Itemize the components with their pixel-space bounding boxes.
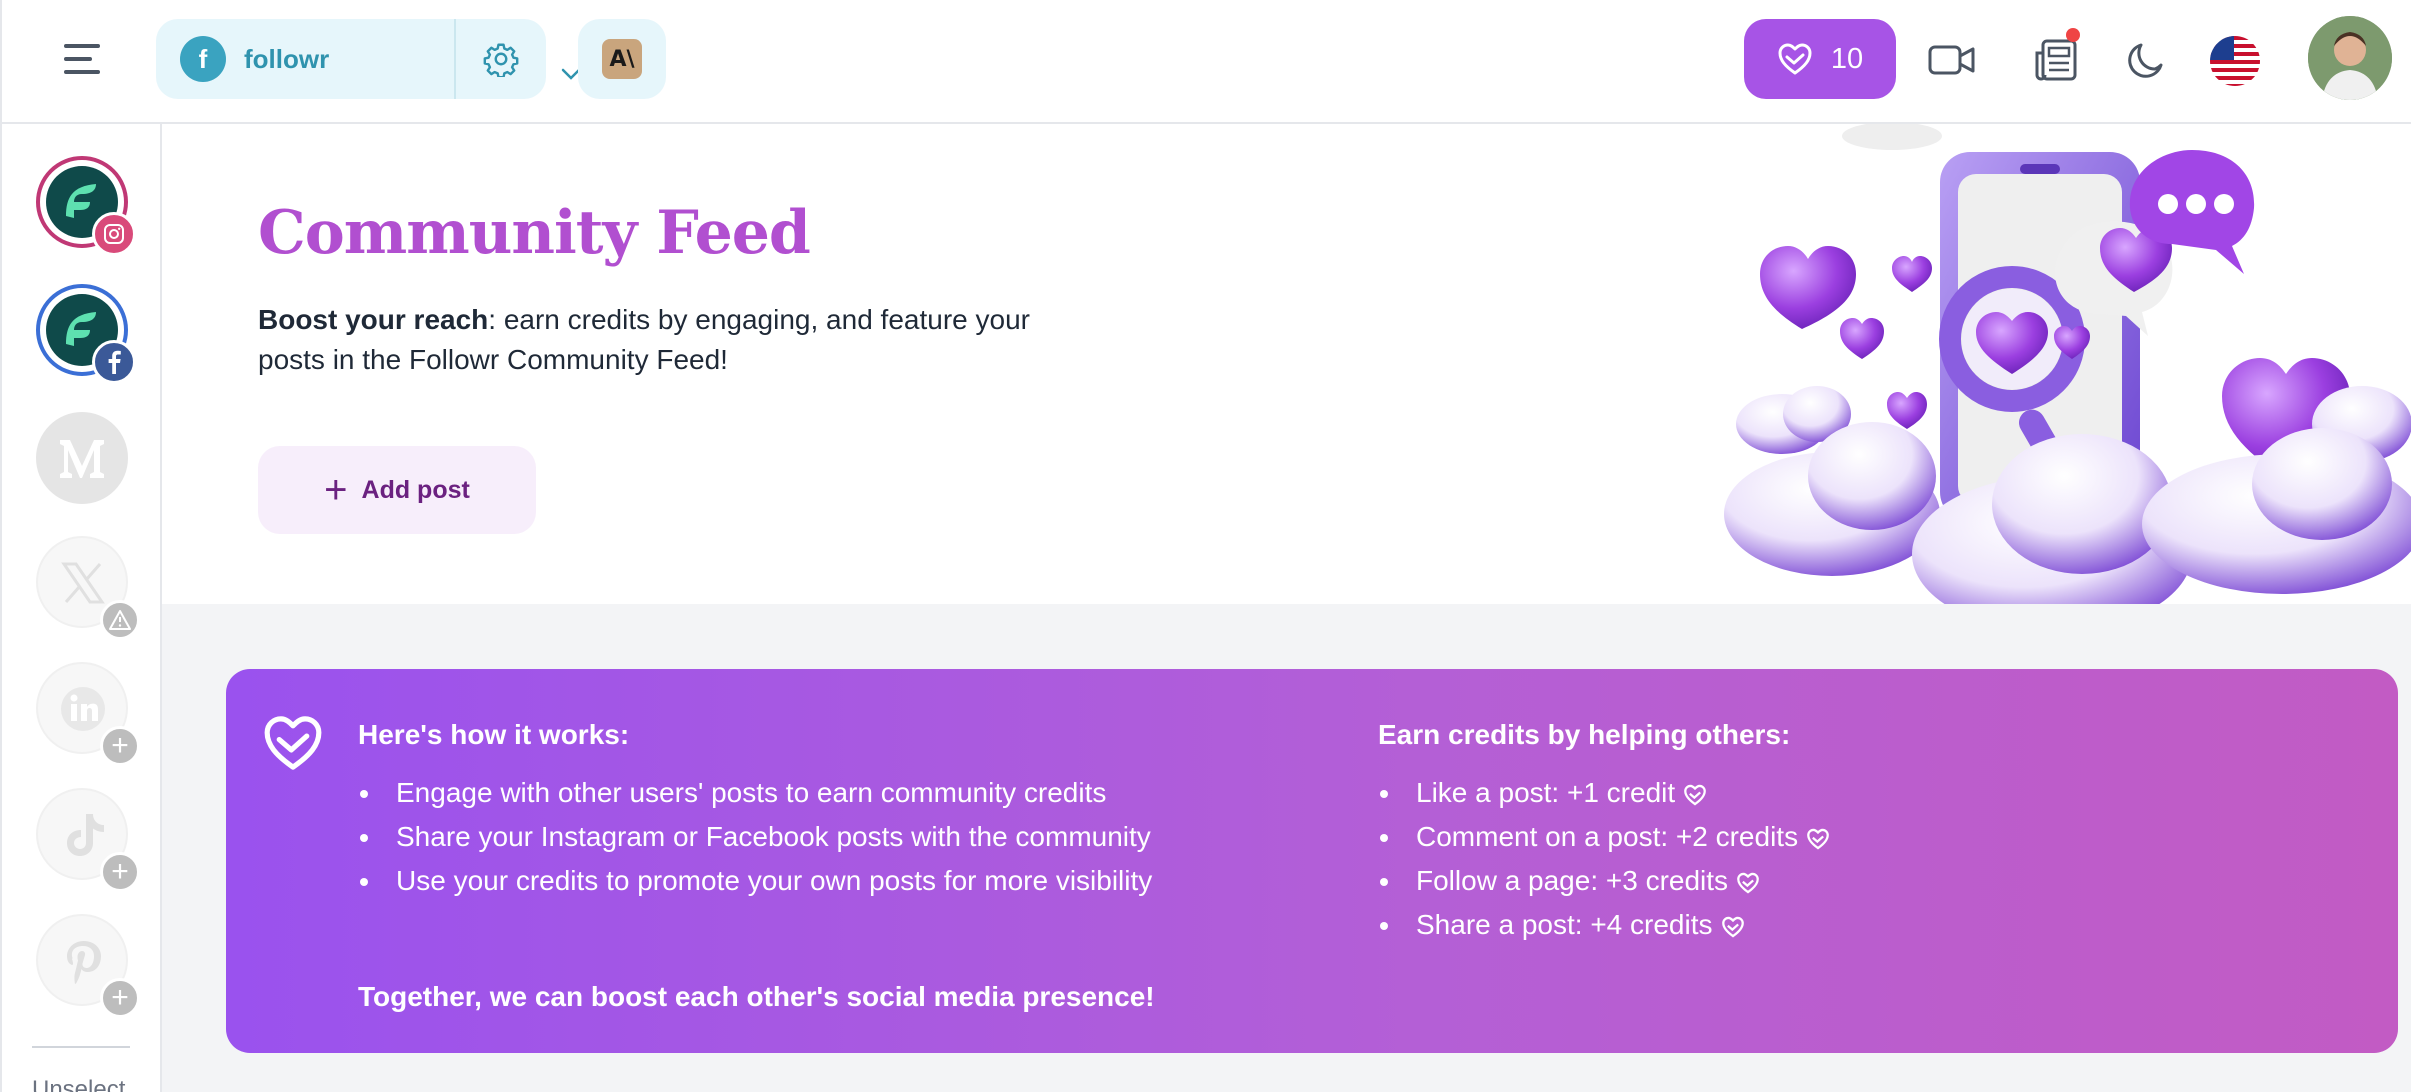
add-icon: +: [100, 852, 140, 892]
credits-button[interactable]: 10: [1744, 19, 1896, 99]
how-it-works-list: Engage with other users' posts to earn c…: [358, 771, 1152, 903]
list-item: Use your credits to promote your own pos…: [358, 859, 1152, 903]
card-footer-text: Together, we can boost each other's soci…: [358, 981, 1155, 1012]
anthropic-logo: A\: [602, 39, 642, 79]
account-linkedin[interactable]: +: [36, 662, 140, 766]
add-post-label: Add post: [361, 475, 470, 504]
menu-icon[interactable]: [60, 40, 108, 80]
user-photo: [2308, 16, 2392, 100]
linkedin-icon: [61, 687, 105, 731]
account-medium[interactable]: [36, 412, 128, 504]
description-emphasis: Boost your reach: [258, 304, 489, 335]
video-button[interactable]: [1926, 34, 1978, 86]
unselect-button[interactable]: Unselect: [32, 1076, 125, 1092]
earn-credits-title: Earn credits by helping others:: [1378, 719, 1791, 750]
list-item: Share your Instagram or Facebook posts w…: [358, 815, 1152, 859]
language-selector[interactable]: [2210, 36, 2260, 86]
account-tiktok[interactable]: +: [36, 788, 140, 892]
hero-section: Community Feed Boost your reach: earn cr…: [162, 124, 2411, 604]
heart-hands-icon: [1721, 916, 1744, 938]
account-avatar: f: [180, 36, 226, 82]
account-select[interactable]: f followr: [156, 19, 456, 99]
earn-item-text: Like a post: +1 credit: [1416, 777, 1676, 808]
notification-dot: [2066, 28, 2080, 42]
heart-hands-icon: [1684, 784, 1706, 806]
us-flag-icon: [2210, 36, 2260, 86]
heart-hands-icon: [264, 716, 322, 770]
dark-mode-toggle[interactable]: [2120, 34, 2172, 86]
how-it-works-card: Here's how it works: Engage with other u…: [226, 669, 2398, 1053]
tiktok-icon: [67, 814, 104, 856]
warning-icon: [100, 600, 140, 640]
ai-provider-button[interactable]: A\: [578, 19, 666, 99]
heart-hands-icon: [1778, 43, 1812, 75]
gear-icon: [483, 43, 519, 77]
moon-icon: [2128, 43, 2163, 78]
account-x[interactable]: [36, 536, 140, 640]
add-post-button[interactable]: + Add post: [258, 446, 536, 534]
list-item: Follow a page: +3 credits: [1378, 859, 1830, 903]
list-item: Like a post: +1 credit: [1378, 771, 1830, 815]
credits-count: 10: [1830, 42, 1864, 75]
account-settings-button[interactable]: [456, 19, 546, 99]
video-icon: [1928, 45, 1975, 75]
account-pinterest[interactable]: +: [36, 914, 140, 1018]
earn-item-text: Comment on a post: +2 credits: [1416, 821, 1799, 852]
list-item: Engage with other users' posts to earn c…: [358, 771, 1152, 815]
news-button[interactable]: [2030, 28, 2082, 86]
page-description: Boost your reach: earn credits by engagi…: [258, 300, 1078, 380]
facebook-icon: [92, 340, 136, 384]
account-switcher: f followr: [156, 19, 581, 99]
heart-hands-icon: [1807, 828, 1829, 850]
sidebar-divider: [32, 1046, 130, 1048]
list-item: Share a post: +4 credits: [1378, 903, 1830, 947]
plus-icon: +: [324, 468, 348, 512]
community-illustration: [1724, 124, 2411, 604]
account-name: followr: [244, 43, 330, 74]
how-it-works-title: Here's how it works:: [358, 719, 630, 750]
news-icon: [2035, 39, 2077, 81]
list-item: Comment on a post: +2 credits: [1378, 815, 1830, 859]
add-icon: +: [100, 726, 140, 766]
top-bar: f followr A\ 10: [0, 0, 2411, 124]
medium-icon: [60, 440, 104, 478]
instagram-icon: [92, 212, 136, 256]
x-icon: [61, 562, 105, 604]
page-title: Community Feed: [258, 198, 811, 268]
account-instagram[interactable]: [36, 156, 136, 256]
earn-item-text: Share a post: +4 credits: [1416, 909, 1713, 940]
add-icon: +: [100, 978, 140, 1018]
user-avatar[interactable]: [2308, 16, 2392, 100]
pinterest-icon: [67, 941, 101, 984]
earn-credits-list: Like a post: +1 credit Comment on a post…: [1378, 771, 1830, 947]
heart-hands-icon: [1737, 872, 1759, 894]
account-facebook[interactable]: [36, 284, 136, 384]
earn-item-text: Follow a page: +3 credits: [1416, 865, 1729, 896]
sidebar: + + + Unselect: [0, 124, 162, 1092]
